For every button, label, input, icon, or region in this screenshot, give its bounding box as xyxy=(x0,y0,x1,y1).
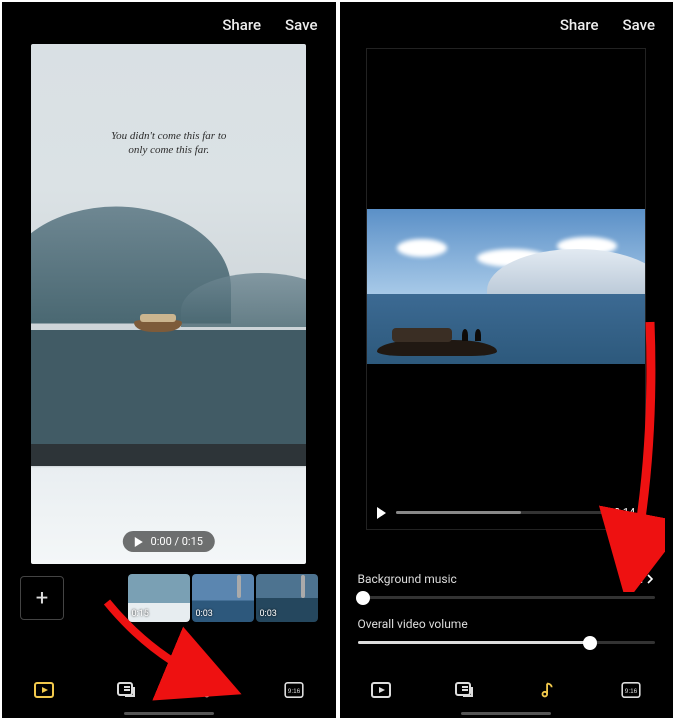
transition-icon[interactable] xyxy=(301,577,315,591)
text-icon xyxy=(115,678,139,702)
slider-knob[interactable] xyxy=(356,591,370,605)
add-music-label: Add xyxy=(622,572,643,586)
play-icon xyxy=(377,507,386,519)
music-icon xyxy=(537,679,559,701)
background-music-label: Background music xyxy=(358,572,457,586)
header: Share Save xyxy=(340,2,674,44)
nav-text-tab[interactable] xyxy=(115,678,139,702)
video-preview: 0:14 xyxy=(340,44,674,530)
home-indicator xyxy=(124,712,214,715)
nav-edit-tab[interactable] xyxy=(32,678,56,702)
scene-sky xyxy=(31,44,306,330)
playback-progress-track[interactable] xyxy=(396,511,604,514)
add-clip-button[interactable]: + xyxy=(20,576,64,620)
chevron-right-icon xyxy=(645,574,655,584)
save-button[interactable]: Save xyxy=(623,16,655,34)
preview-frame[interactable]: You didn't come this far to only come th… xyxy=(31,44,306,564)
clip-thumbnail[interactable]: 0:03 xyxy=(192,574,254,622)
nav-edit-tab[interactable] xyxy=(369,678,393,702)
slider-knob[interactable] xyxy=(583,636,597,650)
playback-control[interactable]: 0:14 xyxy=(377,506,635,519)
preview-frame[interactable]: 0:14 xyxy=(366,48,646,530)
overall-volume-label: Overall video volume xyxy=(358,617,468,631)
svg-text:9:16: 9:16 xyxy=(288,688,301,695)
share-button[interactable]: Share xyxy=(222,16,261,34)
transition-icon[interactable] xyxy=(237,577,251,591)
nav-music-tab[interactable] xyxy=(536,678,560,702)
clip-duration: 0:15 xyxy=(132,609,149,619)
nav-music-tab[interactable] xyxy=(198,678,222,702)
edit-icon xyxy=(32,678,56,702)
clip-duration: 0:03 xyxy=(196,609,213,619)
background-music-slider[interactable] xyxy=(358,596,656,599)
bottom-nav: 9:16 xyxy=(2,674,336,706)
play-icon xyxy=(135,537,143,547)
nav-aspect-tab[interactable]: 9:16 xyxy=(282,678,306,702)
music-panel: Background music Add Overall video volum… xyxy=(358,568,656,658)
add-music-button[interactable]: Add xyxy=(622,572,655,586)
clip-thumbnail[interactable]: 0:03 xyxy=(256,574,318,622)
nav-text-tab[interactable] xyxy=(453,678,477,702)
video-preview: You didn't come this far to only come th… xyxy=(2,44,336,564)
clip-duration: 0:03 xyxy=(260,609,277,619)
playback-progress-fill xyxy=(396,511,521,514)
clip-strip: + 0:15 0:03 0:03 xyxy=(2,574,336,622)
preview-video-content xyxy=(367,209,645,364)
header: Share Save xyxy=(2,2,336,44)
plus-icon: + xyxy=(36,586,48,611)
scene-water xyxy=(31,330,306,444)
share-button[interactable]: Share xyxy=(560,16,599,34)
phone-left: Share Save You didn't come this far to o… xyxy=(2,2,336,718)
home-indicator xyxy=(461,712,551,715)
bottom-nav: 9:16 xyxy=(340,674,674,706)
video-caption-overlay: You didn't come this far to only come th… xyxy=(31,129,306,157)
edit-icon xyxy=(369,678,393,702)
aspect-icon: 9:16 xyxy=(619,679,643,701)
aspect-icon: 9:16 xyxy=(282,679,306,701)
nav-aspect-tab[interactable]: 9:16 xyxy=(619,678,643,702)
save-button[interactable]: Save xyxy=(285,16,317,34)
svg-text:9:16: 9:16 xyxy=(625,688,638,695)
playback-remaining-text: 0:14 xyxy=(614,506,635,519)
overall-volume-slider[interactable] xyxy=(358,641,656,644)
playback-control[interactable]: 0:00 / 0:15 xyxy=(123,531,215,552)
music-icon xyxy=(199,679,221,701)
phone-right: Share Save 0:14 xyxy=(340,2,674,718)
clip-thumbnails: 0:15 0:03 0:03 xyxy=(128,574,318,622)
clip-thumbnail[interactable]: 0:15 xyxy=(128,574,190,622)
playback-time-text: 0:00 / 0:15 xyxy=(151,535,203,548)
text-icon xyxy=(453,678,477,702)
